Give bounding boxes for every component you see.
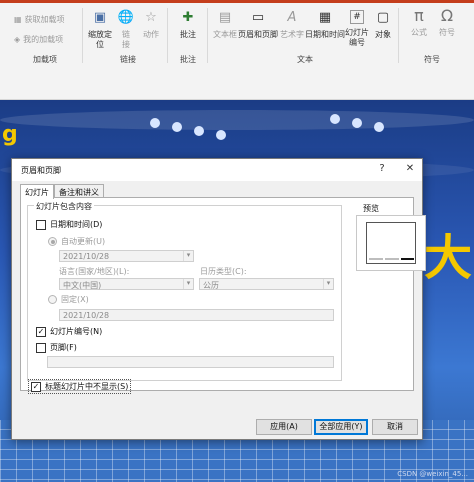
group-label-text: 文本 <box>297 55 313 64</box>
wave-decoration <box>0 110 474 130</box>
tab-slide[interactable]: 幻灯片 <box>20 184 54 199</box>
preview-footer-placeholder <box>385 258 399 260</box>
zoom-button[interactable]: ▣ 缩放定 位 <box>86 10 114 50</box>
lane-float <box>330 114 340 124</box>
group-legend: 幻灯片包含内容 <box>34 201 94 212</box>
equation-button[interactable]: π 公式 <box>406 8 432 38</box>
preview-date-placeholder <box>369 258 383 260</box>
symbol-button[interactable]: Ω 符号 <box>434 8 460 38</box>
dialog-titlebar[interactable]: 页眉和页脚 ? ✕ <box>12 159 422 181</box>
preview-pane <box>356 215 426 271</box>
star-icon: ☆ <box>145 10 157 25</box>
cancel-button[interactable]: 取消 <box>372 419 418 435</box>
calendar-label: 日历类型(C): <box>200 267 247 276</box>
lane-float <box>150 118 160 128</box>
language-label: 语言(国家/地区)(L): <box>59 267 130 276</box>
group-label-addins: 加载项 <box>33 55 57 64</box>
chevron-down-icon: ▾ <box>183 251 193 261</box>
lane-float <box>374 122 384 132</box>
my-addins-button[interactable]: ◈ 我的加载项 <box>14 34 63 45</box>
radio-circle[interactable] <box>48 295 57 304</box>
chevron-down-icon: ▾ <box>323 279 333 289</box>
footer-checkbox[interactable]: 页脚(F) <box>36 342 77 353</box>
textbox-button[interactable]: ▤ 文本框 <box>210 10 240 40</box>
footer-text-field[interactable] <box>47 356 334 368</box>
hash-icon: # <box>350 10 364 24</box>
fixed-date-field[interactable]: 2021/10/28 <box>59 309 334 321</box>
calendar-select[interactable]: 公历 ▾ <box>199 278 334 290</box>
chevron-down-icon: ▾ <box>183 279 193 289</box>
lane-float <box>172 122 182 132</box>
checkbox-box[interactable] <box>36 219 46 230</box>
get-addins-button[interactable]: ▦ 获取加载项 <box>14 14 65 25</box>
preview-slide-number-placeholder <box>401 258 414 260</box>
slide-title-fragment: g <box>2 122 18 147</box>
lane-float <box>194 126 204 136</box>
header-footer-dialog: 页眉和页脚 ? ✕ 幻灯片 备注和讲义 幻灯片包含内容 日期和时间(D) 自动更… <box>11 158 426 440</box>
radio-dot <box>50 239 55 244</box>
checkbox-box[interactable] <box>36 342 46 353</box>
ribbon: ▦ 获取加载项 ◈ 我的加载项 加载项 ▣ 缩放定 位 🌐 链 接 ☆ 动作 链… <box>0 0 474 100</box>
include-on-slide-group <box>27 205 342 381</box>
group-label-links: 链接 <box>120 55 136 64</box>
preview-label: 预览 <box>363 204 379 213</box>
checkbox-box[interactable]: ✓ <box>31 381 41 392</box>
zoom-icon: ▣ <box>93 10 107 25</box>
close-button[interactable]: ✕ <box>402 163 418 174</box>
dialog-title: 页眉和页脚 <box>21 166 61 175</box>
textbox-icon: ▤ <box>218 10 232 25</box>
header-footer-icon: ▭ <box>251 10 265 25</box>
slide-title-fragment: 大 <box>424 230 473 286</box>
language-select[interactable]: 中文(中国) ▾ <box>59 278 194 290</box>
group-label-comments: 批注 <box>180 55 196 64</box>
fixed-radio[interactable]: 固定(X) <box>48 294 89 305</box>
hide-on-title-slide-checkbox[interactable]: ✓ 标题幻灯片中不显示(S) <box>28 379 132 394</box>
apply-all-button[interactable]: 全部应用(Y) <box>314 419 368 435</box>
header-footer-button[interactable]: ▭ 页眉和页脚 <box>238 10 278 40</box>
apply-button[interactable]: 应用(A) <box>256 419 312 435</box>
auto-update-radio[interactable]: 自动更新(U) <box>48 236 105 247</box>
auto-date-select[interactable]: 2021/10/28 ▾ <box>59 250 194 262</box>
group-separator <box>398 8 399 63</box>
watermark: CSDN @weixin_45... <box>397 470 468 478</box>
tab-notes-handouts[interactable]: 备注和讲义 <box>54 184 104 198</box>
wordart-icon: A <box>287 10 297 25</box>
help-button[interactable]: ? <box>374 163 390 174</box>
group-separator <box>82 8 83 63</box>
dialog-tabs: 幻灯片 备注和讲义 <box>20 184 104 199</box>
addins-icon: ◈ <box>14 35 21 44</box>
calendar-icon: ▦ <box>318 10 332 25</box>
action-button[interactable]: ☆ 动作 <box>140 10 162 40</box>
slide-number-checkbox[interactable]: ✓ 幻灯片编号(N) <box>36 326 102 337</box>
group-separator <box>207 8 208 63</box>
store-icon: ▦ <box>14 15 22 24</box>
group-separator <box>167 8 168 63</box>
date-time-button[interactable]: ▦ 日期和时间 <box>305 10 345 40</box>
object-icon: ▢ <box>376 10 390 25</box>
lane-float <box>216 130 226 140</box>
object-button[interactable]: ▢ 对象 <box>372 10 394 40</box>
lane-float <box>352 118 362 128</box>
comment-icon: ✚ <box>182 10 194 25</box>
wordart-button[interactable]: A 艺术字 <box>279 10 305 40</box>
pi-icon: π <box>414 6 424 25</box>
new-comment-button[interactable]: ✚ 批注 <box>174 10 202 40</box>
link-button[interactable]: 🌐 链 接 <box>116 10 136 50</box>
radio-circle[interactable] <box>48 237 57 246</box>
omega-icon: Ω <box>440 6 454 25</box>
preview-slide <box>366 222 416 264</box>
group-label-symbols: 符号 <box>424 55 440 64</box>
globe-icon: 🌐 <box>117 10 135 25</box>
date-time-checkbox[interactable]: 日期和时间(D) <box>36 219 102 230</box>
ribbon-accent-line <box>0 0 474 3</box>
slide-number-button[interactable]: # 幻灯片 编号 <box>344 10 370 48</box>
checkbox-box[interactable]: ✓ <box>36 326 46 337</box>
